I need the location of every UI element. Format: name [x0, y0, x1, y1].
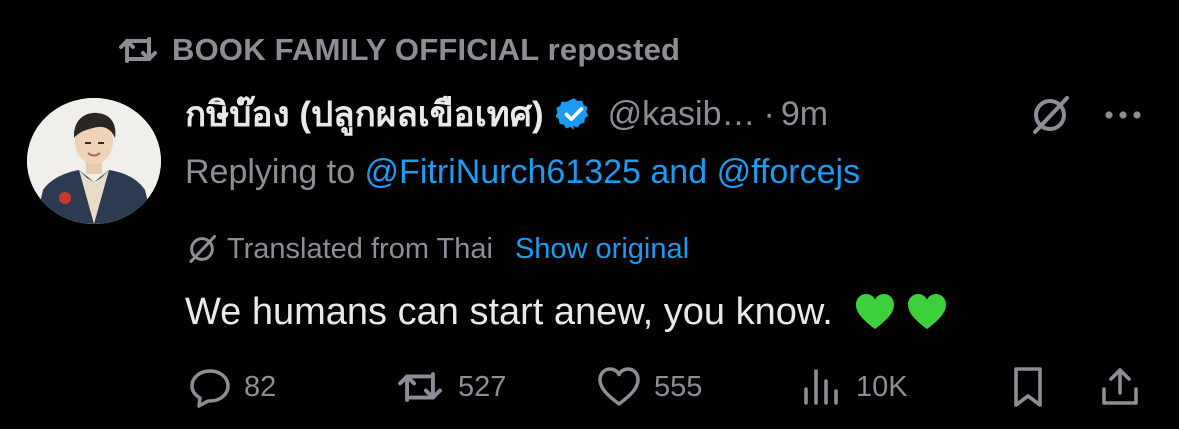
share-action[interactable] — [1098, 362, 1142, 412]
repost-icon — [119, 37, 157, 63]
views-chart-icon — [804, 369, 838, 405]
tweet-text: We humans can start anew, you know. — [185, 290, 833, 333]
green-heart-icon — [907, 294, 946, 329]
tweet-body: We humans can start anew, you know. — [185, 284, 949, 340]
reply-action[interactable]: 82 — [188, 362, 276, 412]
replying-prefix: Replying to — [185, 152, 365, 191]
share-icon — [1102, 368, 1138, 405]
reply-count: 82 — [244, 370, 277, 403]
reply-user-1[interactable]: @FitriNurch61325 — [365, 153, 641, 192]
verified-badge-icon[interactable] — [555, 96, 592, 132]
reply-icon — [190, 369, 230, 408]
reply-joiner: and — [640, 152, 717, 191]
bookmark-icon — [1014, 367, 1042, 407]
author-display-name[interactable]: กษิบ๊อง (ปลูกผลเขือเทศ) — [185, 87, 544, 142]
separator-dot: · — [763, 94, 775, 133]
heart-outline-icon — [598, 367, 640, 406]
green-heart-icon — [855, 294, 894, 329]
translate-icon — [189, 234, 217, 264]
like-action[interactable]: 555 — [596, 362, 702, 412]
replying-to-row: Replying to @FitriNurch61325 and @fforce… — [185, 146, 860, 198]
author-row: กษิบ๊อง (ปลูกผลเขือเทศ) @kasib… · 9m — [185, 88, 828, 140]
avatar[interactable] — [27, 98, 161, 224]
reply-user-2[interactable]: @fforcejs — [717, 153, 861, 192]
repost-header[interactable]: BOOK FAMILY OFFICIAL reposted — [118, 28, 680, 72]
avatar-image — [27, 98, 161, 224]
translated-label: Translated from Thai — [227, 232, 493, 265]
translation-row: Translated from Thai Show original — [185, 228, 689, 270]
repost-action[interactable]: 527 — [394, 362, 506, 412]
show-original-link[interactable]: Show original — [515, 233, 689, 266]
views-action[interactable]: 10K — [800, 362, 908, 412]
repost-count: 527 — [458, 370, 507, 403]
bookmark-action[interactable] — [1008, 362, 1048, 412]
grok-icon[interactable] — [1027, 92, 1073, 138]
more-options-icon[interactable] — [1100, 100, 1146, 130]
like-count: 555 — [654, 370, 703, 403]
repost-label: BOOK FAMILY OFFICIAL reposted — [172, 32, 681, 67]
author-handle[interactable]: @kasib… — [608, 95, 756, 134]
repost-icon — [398, 372, 442, 402]
post-time[interactable]: 9m — [781, 95, 828, 134]
view-count: 10K — [856, 370, 908, 403]
